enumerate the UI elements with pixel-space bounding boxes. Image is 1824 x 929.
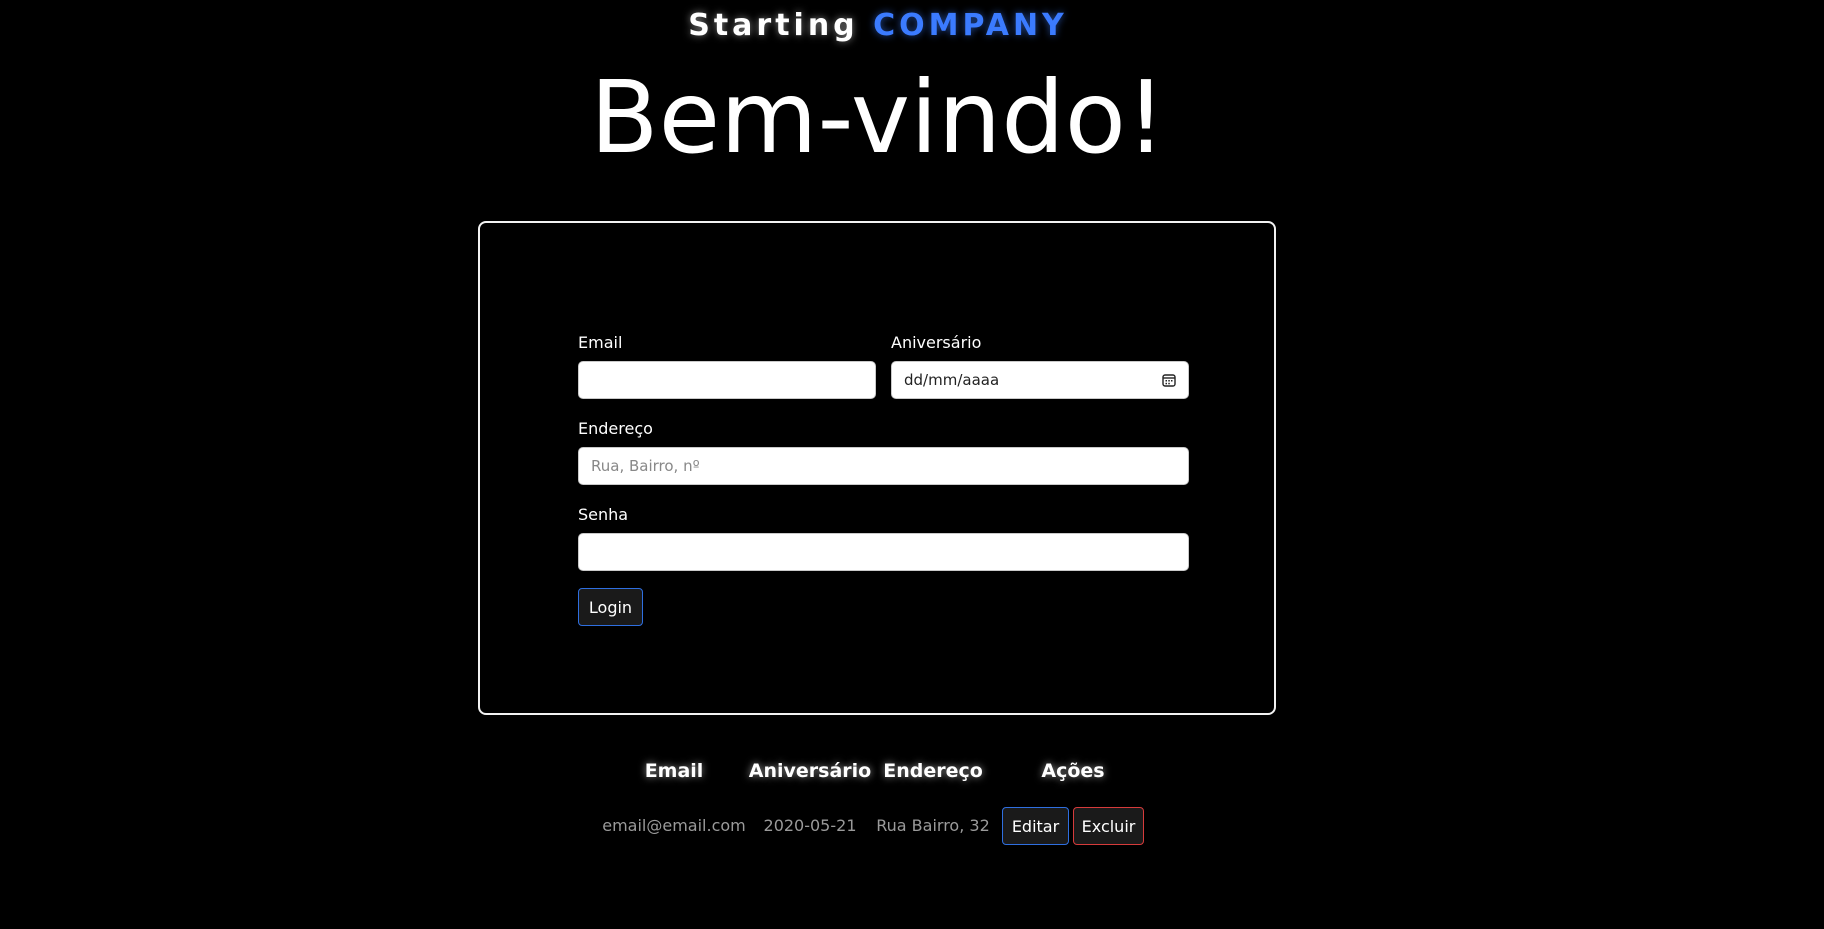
birthday-date-field[interactable]: dd/mm/aaaa (891, 361, 1189, 399)
page-title: Bem-vindo! (589, 59, 1167, 176)
page: Starting COMPANY Bem-vindo! Email Aniver… (0, 0, 1824, 929)
password-field[interactable] (578, 533, 1189, 571)
row-address: Rua Bairro, 32 (876, 816, 990, 835)
row-email: email@email.com (602, 816, 746, 835)
birthday-date-value: dd/mm/aaaa (904, 371, 1000, 389)
email-label: Email (578, 333, 623, 352)
edit-button[interactable]: Editar (1002, 807, 1069, 845)
table-header-birthday: Aniversário (748, 760, 872, 782)
address-placeholder: Rua, Bairro, nº (591, 457, 700, 475)
birthday-label: Aniversário (891, 333, 982, 352)
delete-button[interactable]: Excluir (1073, 807, 1144, 845)
login-form-card: Email Aniversário dd/mm/aaaa Endereço Ru… (478, 221, 1276, 715)
calendar-icon[interactable] (1162, 373, 1176, 387)
email-field[interactable] (578, 361, 876, 399)
table-header-actions: Ações (1041, 760, 1105, 782)
table-header-email: Email (644, 760, 704, 782)
address-field[interactable]: Rua, Bairro, nº (578, 447, 1189, 485)
password-label: Senha (578, 505, 629, 524)
login-button[interactable]: Login (578, 588, 643, 626)
brand-word-starting: Starting (688, 8, 859, 43)
table-header-address: Endereço (883, 760, 983, 782)
address-label: Endereço (578, 419, 653, 438)
brand-word-company: COMPANY (873, 8, 1068, 43)
brand-logo: Starting COMPANY (0, 8, 1756, 43)
row-birthday: 2020-05-21 (763, 816, 857, 835)
